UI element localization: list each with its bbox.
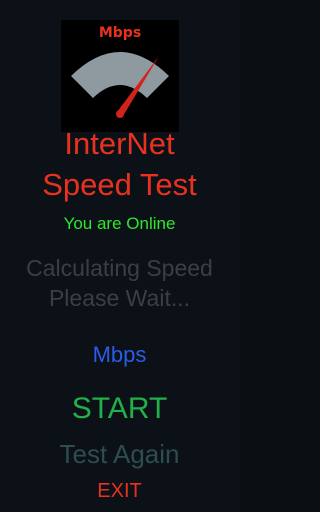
connection-status: You are Online: [63, 214, 176, 233]
logo-label: Mbps: [99, 25, 141, 41]
speedometer-icon: Mbps: [71, 25, 169, 118]
gauge-arc: [71, 52, 169, 98]
exit-button[interactable]: EXIT: [0, 478, 239, 504]
speed-test-screen: Mbps InterNet Speed Test You are Online …: [0, 0, 239, 512]
gauge-pivot: [116, 110, 124, 118]
speed-unit-label: Mbps: [92, 342, 147, 367]
speedometer-logo: Mbps: [61, 20, 179, 132]
start-button[interactable]: START: [0, 391, 239, 427]
calculating-text-line1: Calculating Speed: [26, 255, 213, 281]
test-again-button[interactable]: Test Again: [0, 438, 239, 470]
app-title-line1: InterNet: [64, 126, 175, 161]
calculating-text-line2: Please Wait...: [48, 285, 191, 311]
app-title-line2: Speed Test: [42, 167, 197, 202]
